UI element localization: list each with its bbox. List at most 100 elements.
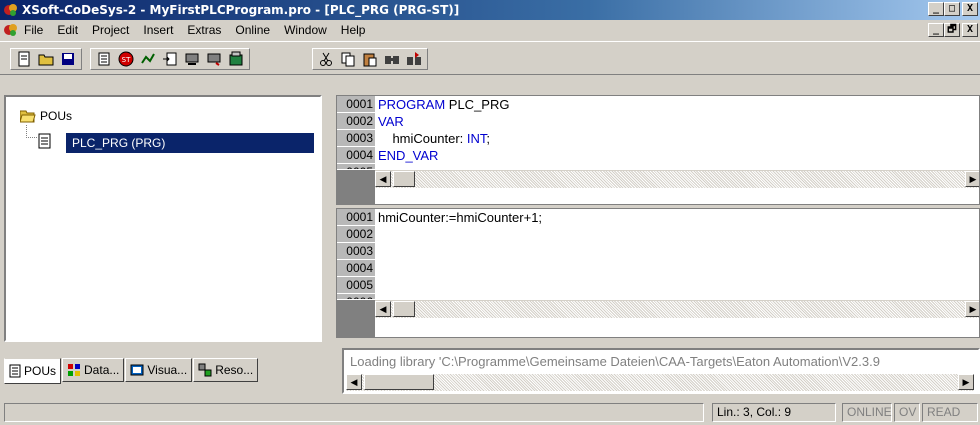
toolbar-file-group xyxy=(10,48,82,70)
pou-tab-icon xyxy=(9,364,21,378)
status-message-field xyxy=(4,403,704,422)
logout-icon[interactable] xyxy=(181,50,203,68)
tree-connector xyxy=(26,125,37,138)
tab-label: POUs xyxy=(24,364,57,378)
menu-bar: File Edit Project Insert Extras Online W… xyxy=(0,20,980,40)
menu-extras[interactable]: Extras xyxy=(187,23,221,37)
tab-resources[interactable]: Reso... xyxy=(193,358,259,382)
stop-icon[interactable]: ST xyxy=(115,50,137,68)
tree-node-pous[interactable]: POUs xyxy=(20,109,72,123)
line-number: 0001 xyxy=(337,96,375,113)
line-number: 0001 xyxy=(337,209,375,226)
toolbar-edit-group xyxy=(312,48,428,70)
doc-restore-button[interactable]: 🗗 xyxy=(944,23,960,37)
app-icon xyxy=(4,4,17,16)
line-number: 0005 xyxy=(337,164,375,170)
maximize-button[interactable]: □ xyxy=(944,2,960,16)
tree-node-plc-prg[interactable] xyxy=(38,133,52,149)
tab-pous[interactable]: POUs xyxy=(4,358,62,384)
scroll-left-icon[interactable]: ◀ xyxy=(346,374,362,390)
toolbar-online-group: ST xyxy=(90,48,250,70)
paste-icon[interactable] xyxy=(359,50,381,68)
menu-project[interactable]: Project xyxy=(92,23,129,37)
line-number: 0002 xyxy=(337,113,375,130)
tree-node-selected-label[interactable]: PLC_PRG (PRG) xyxy=(66,133,314,153)
cut-icon[interactable] xyxy=(315,50,337,68)
code-line: END_VAR xyxy=(378,148,439,163)
menu-file[interactable]: File xyxy=(24,23,43,37)
status-ov-indicator: OV xyxy=(894,403,920,422)
status-bar: Lin.: 3, Col.: 9 ONLINE OV READ xyxy=(0,400,980,425)
doc-close-button[interactable]: X xyxy=(962,23,978,37)
copy-icon[interactable] xyxy=(337,50,359,68)
menu-insert[interactable]: Insert xyxy=(143,23,173,37)
scroll-right-icon[interactable]: ▶ xyxy=(965,171,979,187)
body-editor[interactable]: 0001 0002 0003 0004 0005 0006 hmiCounter… xyxy=(336,208,980,338)
replace-icon[interactable] xyxy=(403,50,425,68)
menu-edit[interactable]: Edit xyxy=(57,23,78,37)
code-line: PROGRAM PLC_PRG xyxy=(378,97,510,112)
declaration-editor[interactable]: 0001 0002 0003 0004 0005 PROGRAM PLC_PRG… xyxy=(336,95,980,205)
line-number: 0004 xyxy=(337,147,375,164)
download-icon[interactable] xyxy=(203,50,225,68)
line-number: 0002 xyxy=(337,226,375,243)
line-number: 0003 xyxy=(337,130,375,147)
declaration-line-numbers: 0001 0002 0003 0004 0005 xyxy=(337,96,375,204)
organizer-tabs: POUs Data... Visua... Reso... xyxy=(4,358,259,384)
tab-data-types[interactable]: Data... xyxy=(62,358,125,382)
toolbar: ST xyxy=(0,41,980,75)
minimize-button[interactable]: _ xyxy=(928,2,944,16)
scroll-left-icon[interactable]: ◀ xyxy=(375,171,391,187)
code-line: hmiCounter: INT; xyxy=(378,131,490,146)
open-icon[interactable] xyxy=(35,50,57,68)
message-hscrollbar[interactable]: ◀ ▶ xyxy=(346,374,974,391)
tab-label: Reso... xyxy=(215,363,254,377)
message-text: Loading library 'C:\Programme\Gemeinsame… xyxy=(350,354,880,369)
pou-document-icon xyxy=(38,133,51,149)
data-types-icon xyxy=(68,364,81,376)
document-icon[interactable] xyxy=(3,22,19,38)
menu-help[interactable]: Help xyxy=(341,23,366,37)
line-number: 0006 xyxy=(337,294,375,300)
code-line: hmiCounter:=hmiCounter+1; xyxy=(378,210,543,225)
compile-icon[interactable] xyxy=(93,50,115,68)
status-cursor-position: Lin.: 3, Col.: 9 xyxy=(712,403,836,422)
declaration-hscrollbar[interactable]: ◀ ▶ xyxy=(375,170,979,188)
title-bar: XSoft-CoDeSys-2 - MyFirstPLCProgram.pro … xyxy=(0,0,980,20)
menu-window[interactable]: Window xyxy=(284,23,327,37)
scroll-thumb[interactable] xyxy=(393,301,415,317)
tab-label: Data... xyxy=(84,363,120,377)
code-line: VAR xyxy=(378,114,404,129)
tab-label: Visua... xyxy=(147,363,188,377)
scroll-right-icon[interactable]: ▶ xyxy=(965,301,979,317)
menu-online[interactable]: Online xyxy=(235,23,270,37)
status-read-indicator: READ xyxy=(922,403,978,422)
tab-visualizations[interactable]: Visua... xyxy=(125,358,193,382)
line-number: 0004 xyxy=(337,260,375,277)
visualization-icon xyxy=(130,364,144,376)
doc-minimize-button[interactable]: _ xyxy=(928,23,944,37)
new-icon[interactable] xyxy=(13,50,35,68)
folder-open-icon xyxy=(20,110,36,123)
close-button[interactable]: X xyxy=(962,2,978,16)
scroll-thumb[interactable] xyxy=(364,374,434,390)
resources-icon xyxy=(198,363,212,377)
line-number: 0003 xyxy=(337,243,375,260)
scroll-thumb[interactable] xyxy=(393,171,415,187)
scroll-left-icon[interactable]: ◀ xyxy=(375,301,391,317)
window-title: XSoft-CoDeSys-2 - MyFirstPLCProgram.pro … xyxy=(22,3,460,17)
line-number: 0005 xyxy=(337,277,375,294)
status-online-indicator: ONLINE xyxy=(842,403,892,422)
body-line-numbers: 0001 0002 0003 0004 0005 0006 xyxy=(337,209,375,337)
tree-node-label: POUs xyxy=(40,109,73,123)
body-hscrollbar[interactable]: ◀ ▶ xyxy=(375,300,979,318)
save-icon[interactable] xyxy=(57,50,79,68)
step-icon[interactable] xyxy=(137,50,159,68)
run-icon[interactable] xyxy=(225,50,247,68)
object-organizer: POUs PLC_PRG (PRG) xyxy=(4,95,322,342)
login-icon[interactable] xyxy=(159,50,181,68)
find-icon[interactable] xyxy=(381,50,403,68)
svg-text:ST: ST xyxy=(122,56,131,64)
message-window[interactable]: Loading library 'C:\Programme\Gemeinsame… xyxy=(342,348,980,394)
scroll-right-icon[interactable]: ▶ xyxy=(958,374,974,390)
